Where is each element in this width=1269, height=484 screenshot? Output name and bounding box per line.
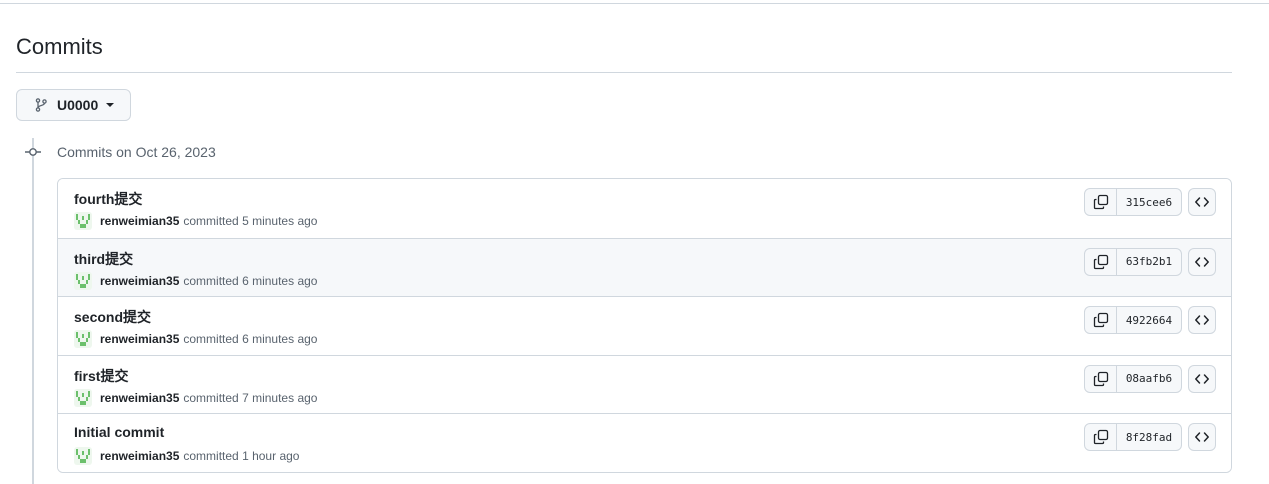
title-divider: [16, 72, 1232, 73]
commit-row: fourth提交 renweimian35 committed 5 minute…: [58, 179, 1231, 238]
commit-row: third提交 renweimian35 committed 6 minutes…: [58, 237, 1231, 296]
avatar[interactable]: [74, 212, 92, 230]
code-icon: [1195, 432, 1209, 442]
code-icon: [1195, 256, 1209, 267]
commit-author[interactable]: renweimian35: [100, 274, 179, 288]
commit-message[interactable]: third提交: [74, 249, 133, 269]
commit-sha-link[interactable]: 315cee6: [1117, 189, 1181, 215]
browse-repo-at-commit-button[interactable]: [1188, 188, 1216, 216]
commit-actions: 315cee6: [1084, 188, 1216, 216]
commit-action: committed: [183, 273, 239, 288]
commit-author[interactable]: renweimian35: [100, 332, 179, 346]
sha-button-group: 63fb2b1: [1084, 247, 1182, 276]
branch-select-button[interactable]: U0000: [16, 89, 131, 121]
commit-action: committed: [183, 390, 239, 405]
commit-time: 6 minutes ago: [242, 273, 318, 288]
commit-action: committed: [183, 449, 239, 463]
page-title: Commits: [16, 34, 103, 59]
top-divider: [0, 3, 1269, 4]
commit-meta: renweimian35 committed 7 minutes ago: [74, 388, 318, 407]
commit-row: second提交 renweimian35 committed 6 minute…: [58, 296, 1231, 355]
commit-message[interactable]: first提交: [74, 366, 128, 386]
commit-message[interactable]: Initial commit: [74, 424, 164, 440]
avatar[interactable]: [74, 447, 92, 465]
git-commit-icon: [24, 144, 42, 160]
commit-message[interactable]: fourth提交: [74, 189, 142, 209]
commit-actions: 63fb2b1: [1084, 247, 1216, 276]
commit-actions: 8f28fad: [1084, 423, 1216, 451]
commit-meta: renweimian35 committed 6 minutes ago: [74, 330, 317, 348]
commit-action: committed: [183, 214, 239, 228]
commit-sha-link[interactable]: 63fb2b1: [1117, 249, 1181, 275]
commit-meta: renweimian35 committed 6 minutes ago: [74, 271, 318, 290]
commit-message[interactable]: second提交: [74, 307, 151, 327]
commit-sha-link[interactable]: 8f28fad: [1117, 424, 1181, 450]
code-icon: [1195, 197, 1209, 207]
browse-repo-at-commit-button[interactable]: [1188, 247, 1216, 276]
commit-sha-link[interactable]: 08aafb6: [1117, 366, 1181, 392]
copy-icon: [1093, 312, 1108, 328]
browse-repo-at-commit-button[interactable]: [1188, 306, 1216, 334]
commit-actions: 08aafb6: [1084, 364, 1216, 393]
commit-time: 1 hour ago: [242, 449, 300, 463]
timeline-line: [32, 138, 34, 484]
branch-name: U0000: [57, 97, 99, 113]
commit-row: Initial commit renweimian35 committed 1 …: [58, 413, 1231, 472]
sha-button-group: 8f28fad: [1084, 423, 1182, 451]
commit-meta: renweimian35 committed 5 minutes ago: [74, 212, 317, 230]
commit-time: 7 minutes ago: [242, 390, 318, 405]
copy-icon: [1093, 429, 1108, 445]
copy-icon: [1093, 194, 1108, 210]
commit-author[interactable]: renweimian35: [100, 391, 179, 405]
commit-author[interactable]: renweimian35: [100, 449, 179, 463]
commit-actions: 4922664: [1084, 306, 1216, 334]
sha-button-group: 315cee6: [1084, 188, 1182, 216]
sha-button-group: 08aafb6: [1084, 364, 1182, 393]
sha-button-group: 4922664: [1084, 306, 1182, 334]
avatar[interactable]: [74, 271, 92, 290]
commit-time: 5 minutes ago: [242, 214, 318, 228]
copy-sha-button[interactable]: [1085, 365, 1117, 392]
commit-action: committed: [183, 332, 239, 346]
commit-group-heading: Commits on Oct 26, 2023: [57, 144, 216, 160]
copy-sha-button[interactable]: [1085, 307, 1117, 333]
avatar[interactable]: [74, 330, 92, 348]
copy-sha-button[interactable]: [1085, 189, 1117, 215]
code-icon: [1195, 373, 1209, 384]
git-branch-icon: [33, 97, 49, 113]
commit-author[interactable]: renweimian35: [100, 214, 179, 228]
browse-repo-at-commit-button[interactable]: [1188, 423, 1216, 451]
browse-repo-at-commit-button[interactable]: [1188, 364, 1216, 393]
copy-sha-button[interactable]: [1085, 248, 1117, 275]
commit-sha-link[interactable]: 4922664: [1117, 307, 1181, 333]
chevron-down-icon: [106, 103, 115, 107]
copy-icon: [1093, 254, 1108, 269]
commit-row: first提交 renweimian35 committed 7 minutes…: [58, 354, 1231, 413]
code-icon: [1195, 315, 1209, 325]
avatar[interactable]: [74, 388, 92, 407]
commit-time: 6 minutes ago: [242, 332, 318, 346]
copy-sha-button[interactable]: [1085, 424, 1117, 450]
copy-icon: [1093, 371, 1108, 386]
commit-meta: renweimian35 committed 1 hour ago: [74, 447, 299, 465]
commit-list: fourth提交 renweimian35 committed 5 minute…: [57, 178, 1232, 473]
